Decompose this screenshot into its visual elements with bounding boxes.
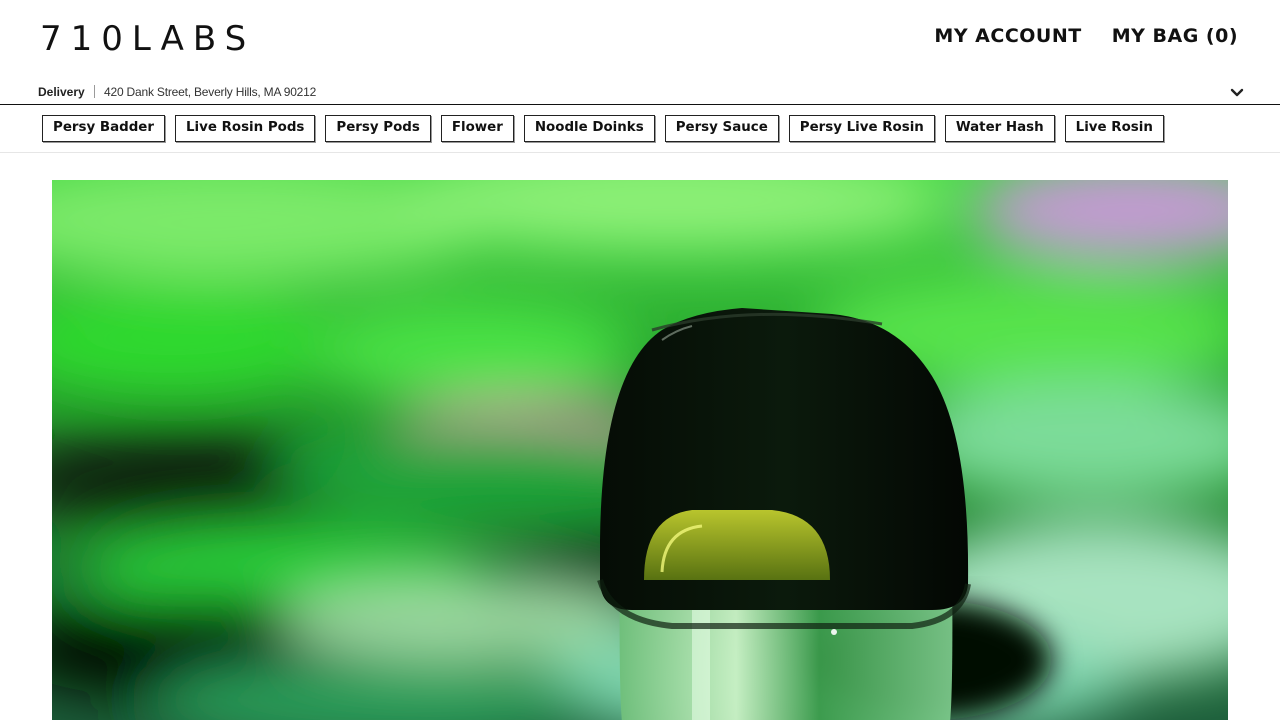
site-header: 710LABS MY ACCOUNT MY BAG (0): [0, 0, 1280, 80]
chevron-down-icon[interactable]: [1230, 86, 1244, 98]
category-persy-sauce[interactable]: Persy Sauce: [664, 115, 779, 142]
my-account-link[interactable]: MY ACCOUNT: [934, 25, 1081, 47]
category-live-rosin-pods[interactable]: Live Rosin Pods: [174, 115, 316, 142]
delivery-address: 420 Dank Street, Beverly Hills, MA 90212: [104, 85, 317, 99]
delivery-mode-label: Delivery: [38, 85, 85, 99]
category-persy-pods[interactable]: Persy Pods: [325, 115, 431, 142]
my-bag-link[interactable]: MY BAG (0): [1112, 25, 1238, 47]
category-nav: Persy Badder Live Rosin Pods Persy Pods …: [0, 105, 1280, 153]
category-water-hash[interactable]: Water Hash: [944, 115, 1055, 142]
brand-logo[interactable]: 710LABS: [40, 20, 255, 58]
logo-text: 710LABS: [40, 19, 256, 59]
category-persy-badder[interactable]: Persy Badder: [42, 115, 165, 142]
category-noodle-doinks[interactable]: Noodle Doinks: [523, 115, 655, 142]
hero-image[interactable]: [52, 180, 1228, 720]
account-nav: MY ACCOUNT MY BAG (0): [934, 25, 1238, 47]
hero-illustration: [52, 180, 1228, 720]
category-flower[interactable]: Flower: [440, 115, 514, 142]
category-list: Persy Badder Live Rosin Pods Persy Pods …: [42, 115, 1164, 142]
category-live-rosin[interactable]: Live Rosin: [1064, 115, 1164, 142]
delivery-bar[interactable]: Delivery 420 Dank Street, Beverly Hills,…: [0, 80, 1280, 105]
delivery-divider: [94, 85, 95, 98]
category-persy-live-rosin[interactable]: Persy Live Rosin: [788, 115, 935, 142]
